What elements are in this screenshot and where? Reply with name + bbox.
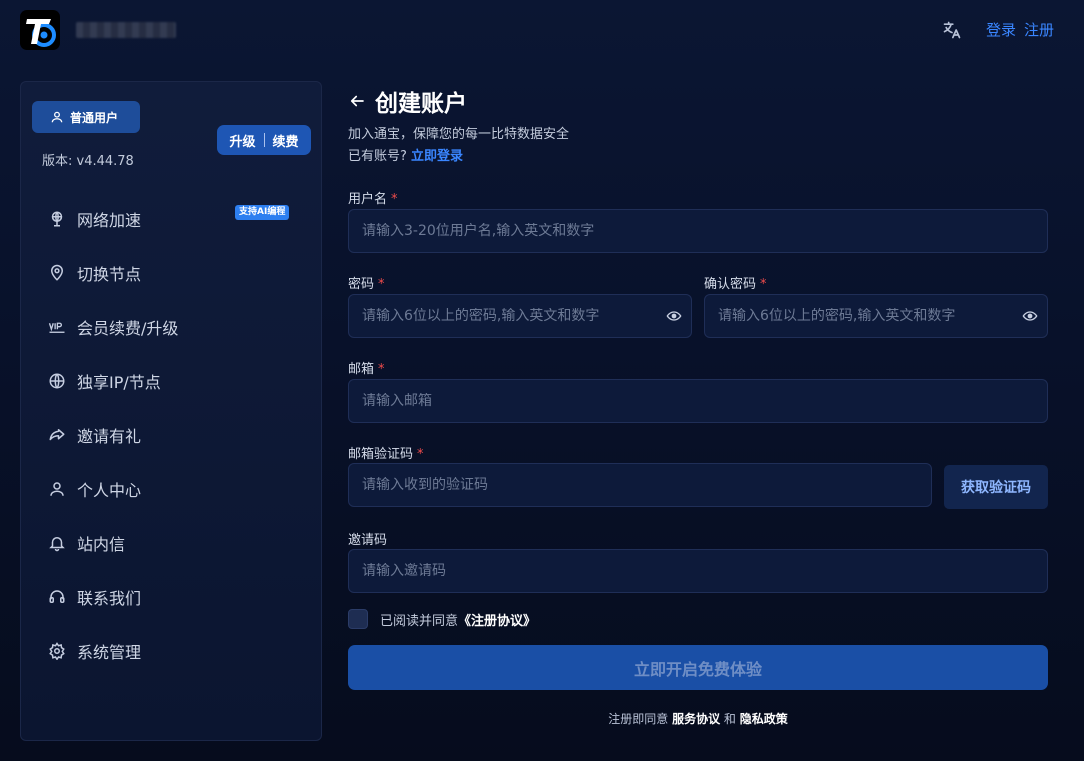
gear-icon (49, 642, 65, 660)
confirm-password-label: 确认密码 * (704, 273, 767, 292)
username-field-box[interactable] (348, 209, 1048, 253)
form-fields: 用户名* 密码* 确认密码* 邮箱* 邮箱验证码* (348, 84, 1048, 744)
eye-icon[interactable] (666, 308, 682, 324)
get-code-button[interactable]: 获取验证码 (944, 465, 1048, 509)
user-icon (51, 111, 63, 123)
email-label: 邮箱 * (348, 358, 385, 377)
app-logo-icon[interactable] (20, 10, 60, 50)
agree-checkbox[interactable] (348, 609, 368, 629)
sidebar-item-profile[interactable]: 个人中心 (21, 462, 321, 516)
sidebar-item-messages[interactable]: 站内信 (21, 516, 321, 570)
user-type-label: 普通用户 (70, 110, 119, 125)
upgrade-label[interactable]: 升级 (229, 131, 255, 150)
required-mark: * (378, 277, 385, 292)
sidebar-nav: 网络加速 支持AI编程 切换节点 会员续费/升级 独享IP/节点 邀请有礼 个人… (21, 192, 321, 678)
register-agreement-link[interactable]: 《注册协议》 (458, 610, 536, 629)
email-code-field-box[interactable] (348, 463, 932, 507)
email-code-input[interactable] (362, 477, 931, 493)
invite-code-label: 邀请码 (348, 529, 387, 548)
password-field-box[interactable] (348, 294, 692, 338)
password-input[interactable] (362, 308, 666, 324)
location-pin-icon (50, 264, 64, 281)
footer-prefix: 注册即同意 (608, 712, 669, 726)
sidebar: 普通用户 升级 续费 版本: v4.44.78 网络加速 支持AI编程 切换节点… (20, 81, 322, 741)
submit-button[interactable]: 立即开启免费体验 (348, 645, 1048, 690)
username-label: 用户名 * (348, 188, 398, 207)
email-input[interactable] (362, 393, 1047, 409)
sidebar-item-label: 站内信 (77, 535, 126, 554)
email-code-label-text: 邮箱验证码 (348, 447, 414, 462)
required-mark: * (417, 447, 424, 462)
email-label-text: 邮箱 (348, 362, 375, 377)
share-icon (49, 429, 65, 441)
globe-pin-icon (51, 211, 63, 227)
bell-icon (49, 537, 65, 552)
eye-icon[interactable] (1022, 308, 1038, 324)
email-field-box[interactable] (348, 379, 1048, 423)
confirm-password-input[interactable] (718, 308, 1022, 324)
username-label-text: 用户名 (348, 192, 388, 207)
sidebar-item-vip-renew[interactable]: 会员续费/升级 (21, 300, 321, 354)
email-code-label: 邮箱验证码 * (348, 443, 424, 462)
sidebar-item-label: 独享IP/节点 (77, 373, 161, 392)
agree-text: 已阅读并同意 (380, 613, 459, 629)
login-link[interactable]: 登录 (986, 19, 1016, 40)
required-mark: * (378, 362, 385, 377)
invite-code-label-text: 邀请码 (348, 533, 388, 548)
user-icon (50, 482, 64, 496)
agreement-row: 已阅读并同意 《注册协议》 (348, 609, 536, 629)
top-actions: 登录 注册 (942, 19, 1054, 40)
sidebar-item-label: 联系我们 (77, 589, 142, 608)
password-label-text: 密码 (348, 277, 375, 292)
divider (263, 133, 265, 147)
service-agreement-link[interactable]: 服务协议 (672, 712, 720, 726)
translate-icon[interactable] (942, 20, 962, 40)
sidebar-item-label: 会员续费/升级 (77, 319, 179, 338)
footer-and: 和 (723, 712, 736, 726)
required-mark: * (391, 192, 398, 207)
globe-icon (49, 373, 65, 389)
password-label: 密码 * (348, 273, 385, 292)
sidebar-item-label: 网络加速 (77, 211, 142, 230)
upgrade-renew-button[interactable]: 升级 续费 (217, 125, 311, 155)
sidebar-item-invite[interactable]: 邀请有礼 (21, 408, 321, 462)
vip-icon (48, 322, 65, 333)
invite-code-input[interactable] (362, 563, 1047, 579)
sidebar-item-label: 个人中心 (77, 481, 142, 500)
sidebar-item-system-settings[interactable]: 系统管理 (21, 624, 321, 678)
invite-code-field-box[interactable] (348, 549, 1048, 593)
sidebar-item-switch-node[interactable]: 切换节点 (21, 246, 321, 300)
username-input[interactable] (362, 223, 1047, 239)
confirm-password-field-box[interactable] (704, 294, 1048, 338)
register-form: 创建账户 加入通宝，保障您的每一比特数据安全 已有账号? 立即登录 用户名* 密… (348, 84, 1048, 726)
ai-support-badge: 支持AI编程 (235, 205, 290, 220)
app-name-redacted (76, 22, 176, 38)
sidebar-item-network-acceleration[interactable]: 网络加速 支持AI编程 (21, 192, 321, 246)
renew-label[interactable]: 续费 (273, 131, 299, 150)
confirm-password-label-text: 确认密码 (704, 277, 757, 292)
sidebar-item-contact[interactable]: 联系我们 (21, 570, 321, 624)
user-type-badge[interactable]: 普通用户 (32, 101, 140, 133)
footer-agreement-line: 注册即同意 服务协议 和 隐私政策 (348, 710, 1048, 727)
sidebar-item-dedicated-ip[interactable]: 独享IP/节点 (21, 354, 321, 408)
register-link[interactable]: 注册 (1024, 19, 1054, 40)
version-text: 版本: v4.44.78 (42, 154, 134, 169)
required-mark: * (760, 277, 767, 292)
sidebar-item-label: 系统管理 (77, 643, 142, 662)
top-bar: 登录 注册 (0, 0, 1084, 62)
privacy-policy-link[interactable]: 隐私政策 (740, 712, 788, 726)
sidebar-item-label: 切换节点 (77, 265, 142, 284)
sidebar-item-label: 邀请有礼 (77, 427, 142, 446)
headset-icon (49, 590, 65, 603)
